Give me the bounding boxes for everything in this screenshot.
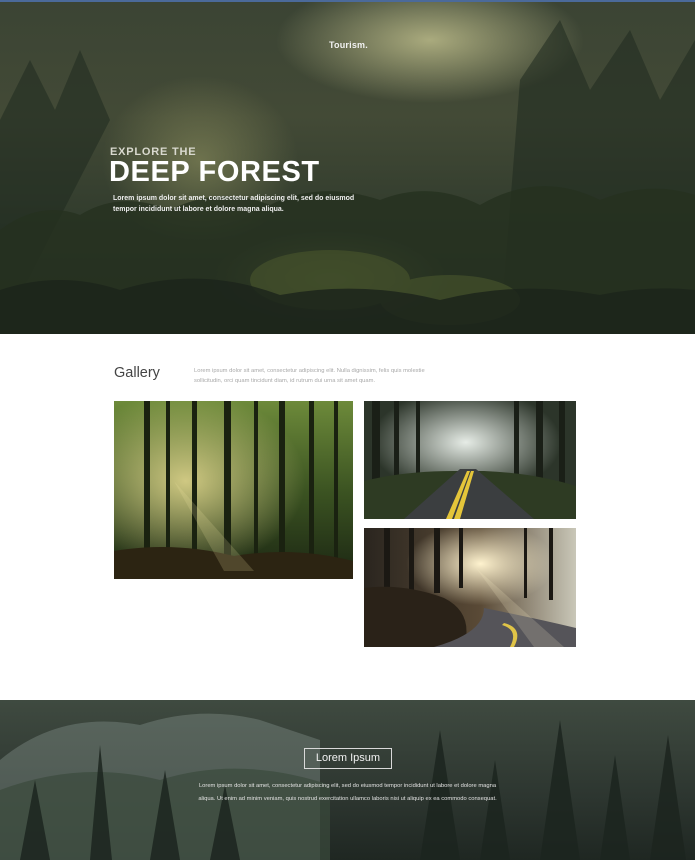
- gallery-description: Lorem ipsum dolor sit amet, consectetur …: [194, 368, 425, 384]
- sunlit-forest-image: [114, 401, 353, 579]
- sunray-road-image: [364, 528, 576, 647]
- hero-headline: DEEP FOREST: [109, 156, 320, 188]
- gallery-photo-sunray-road[interactable]: [364, 528, 576, 647]
- hero-description: Lorem ipsum dolor sit amet, consectetur …: [113, 195, 355, 213]
- brand-logo[interactable]: Tourism.: [329, 40, 368, 50]
- brand-name: Tourism: [329, 40, 366, 50]
- gallery-photo-sunlit-forest[interactable]: [114, 401, 353, 579]
- footer-section: Lorem Ipsum Lorem ipsum dolor sit amet, …: [0, 700, 695, 860]
- misty-road-image: [364, 401, 576, 519]
- lorem-ipsum-button[interactable]: Lorem Ipsum: [304, 748, 392, 769]
- footer-description: Lorem ipsum dolor sit amet, consectetur …: [198, 783, 497, 802]
- forest-background-image: [0, 20, 695, 334]
- hero-section: Tourism. EXPLORE THE DEEP FOREST Lorem i…: [0, 0, 695, 334]
- gallery-title: Gallery: [114, 365, 160, 381]
- gallery-photo-misty-road[interactable]: [364, 401, 576, 519]
- top-accent-line: [0, 0, 695, 2]
- brand-dot: .: [365, 40, 368, 50]
